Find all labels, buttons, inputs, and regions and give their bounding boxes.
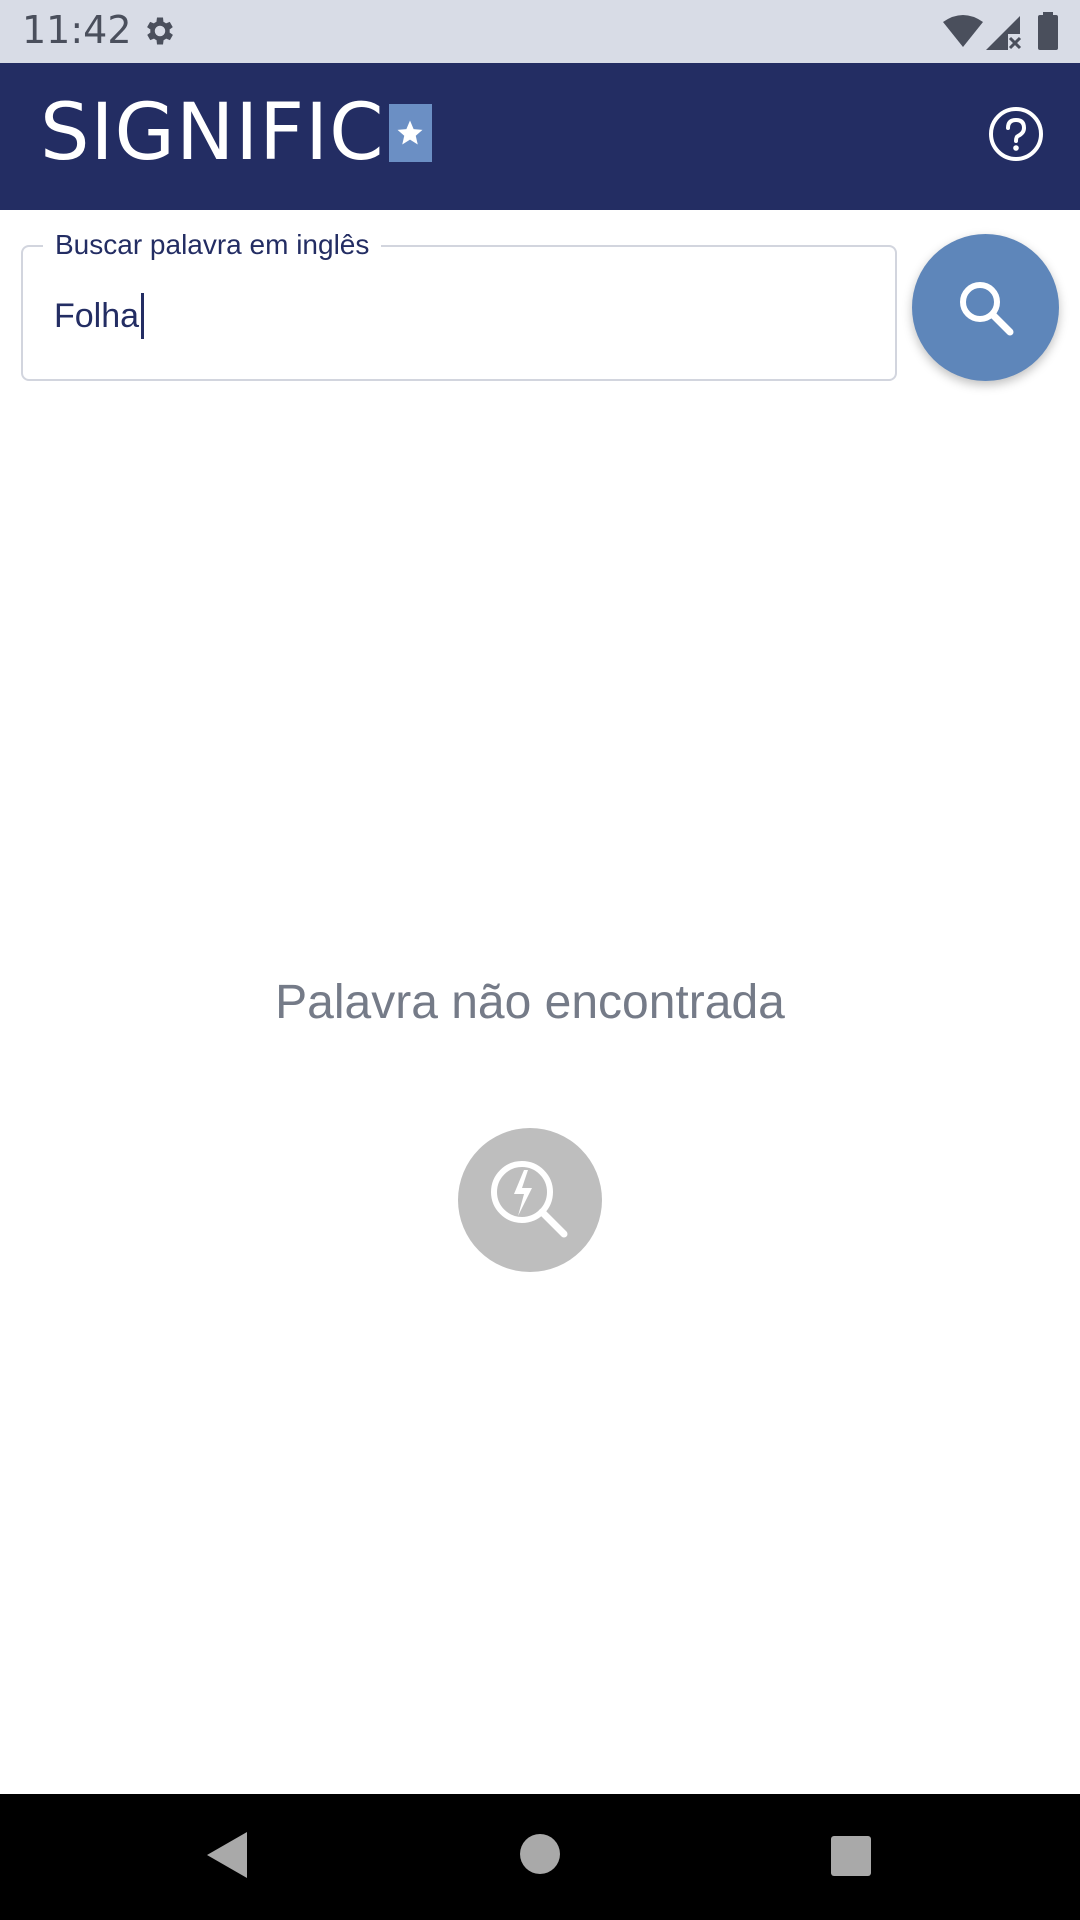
- wifi-icon: [943, 15, 983, 47]
- home-icon[interactable]: [520, 1834, 560, 1874]
- back-icon[interactable]: [205, 1830, 249, 1880]
- logo-text: SIGNIFIC: [40, 88, 385, 178]
- navigation-bar: [0, 1794, 1080, 1920]
- battery-icon: [1038, 12, 1058, 50]
- gear-icon: [147, 17, 173, 45]
- text-caret: [141, 293, 145, 339]
- signal-icon: [986, 16, 1022, 50]
- status-time: 11:42: [22, 8, 132, 52]
- search-input[interactable]: Folha: [54, 293, 145, 339]
- search-icon: [959, 281, 1013, 335]
- recent-apps-icon[interactable]: [831, 1836, 871, 1876]
- help-button[interactable]: [988, 106, 1044, 162]
- search-button[interactable]: [912, 234, 1059, 381]
- broken-search-icon: [458, 1128, 602, 1272]
- status-bar: 11:42: [0, 0, 1080, 63]
- search-input-value: Folha: [54, 296, 140, 335]
- app-logo: SIGNIFIC: [40, 88, 432, 178]
- search-field[interactable]: Buscar palavra em inglês Folha: [21, 229, 897, 381]
- app-bar: SIGNIFIC: [0, 63, 1080, 210]
- logo-star-icon: [388, 104, 432, 162]
- search-label: Buscar palavra em inglês: [43, 229, 382, 261]
- empty-state-message: Palavra não encontrada: [275, 976, 785, 1029]
